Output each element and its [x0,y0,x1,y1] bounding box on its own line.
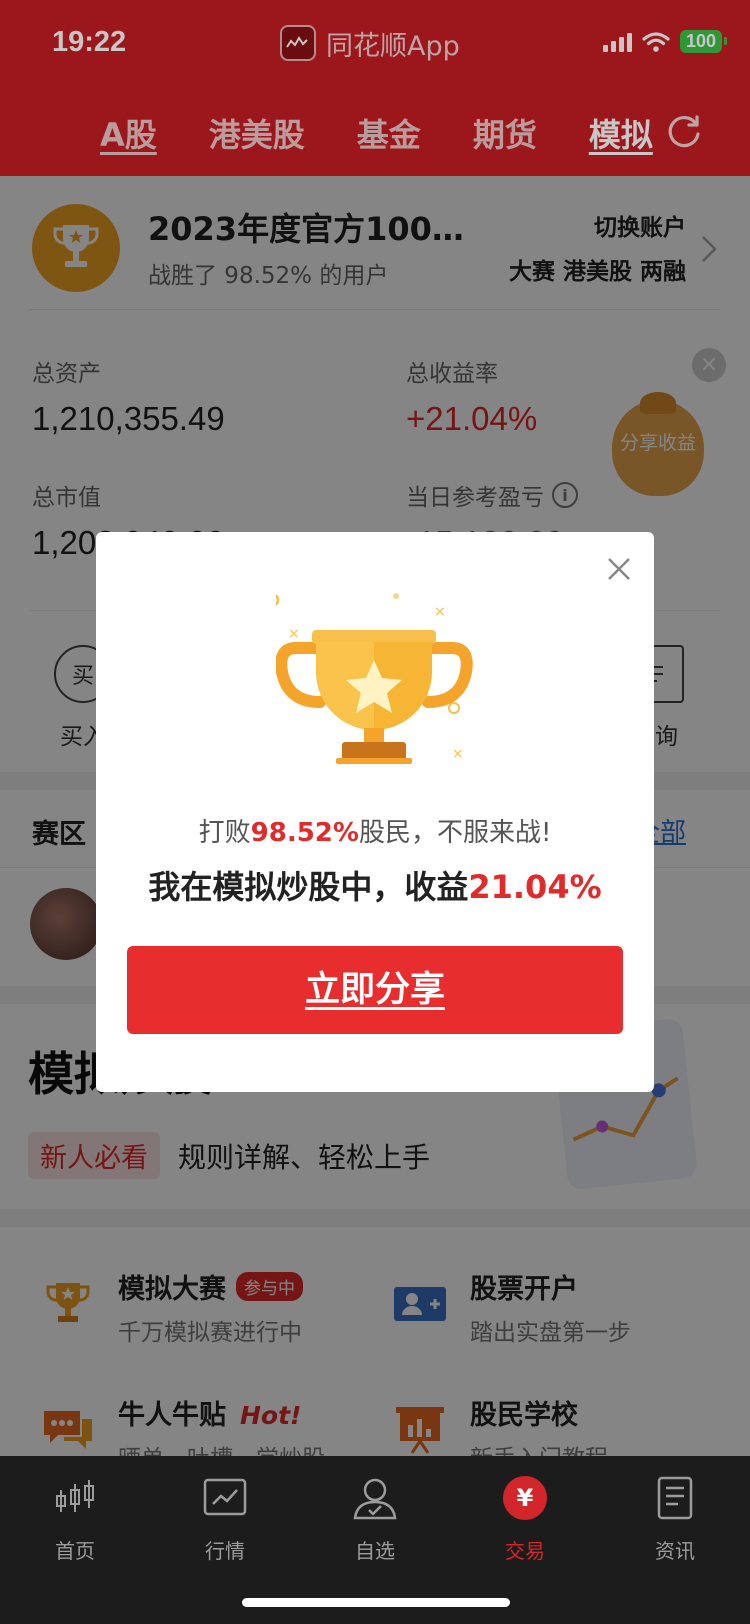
yen-icon: ¥ [503,1476,547,1520]
tab-market[interactable]: 行情 [150,1474,300,1564]
overlay-scrim-top [0,0,750,176]
document-icon [657,1476,693,1520]
close-icon[interactable] [604,554,634,584]
tab-watchlist[interactable]: 自选 [300,1474,450,1564]
defeat-suffix: 股民，不服来战! [358,818,552,848]
chart-icon [203,1478,247,1516]
earnings-percent: 21.04% [468,868,602,906]
tab-label: 行情 [205,1539,245,1563]
svg-text:×: × [434,604,446,620]
defeat-percent: 98.52% [250,818,359,848]
tab-label: 交易 [505,1539,545,1563]
share-now-button[interactable]: 立即分享 [127,946,623,1034]
svg-text:¥: ¥ [517,1484,534,1512]
svg-text:×: × [452,746,464,762]
candlestick-icon [56,1480,94,1512]
earnings-prefix: 我在模拟炒股中，收益 [148,868,469,906]
trophy-icon: × × × [276,593,473,764]
share-earnings-dialog: × × × 打败98.52%股民，不服来战! 我在模拟炒股中，收益21.04% … [96,532,654,1092]
tab-label: 首页 [55,1539,95,1563]
user-icon [353,1478,397,1520]
tab-trade[interactable]: ¥ 交易 [450,1474,600,1564]
defeat-prefix: 打败 [198,818,251,848]
home-indicator[interactable] [242,1598,510,1607]
tab-label: 自选 [355,1539,395,1563]
tab-home[interactable]: 首页 [0,1474,150,1564]
tab-label: 资讯 [655,1539,695,1563]
svg-text:×: × [288,626,300,642]
tab-news[interactable]: 资讯 [600,1474,750,1564]
defeat-message: 打败98.52%股民，不服来战! [96,812,654,849]
earnings-message: 我在模拟炒股中，收益21.04% [96,862,654,908]
